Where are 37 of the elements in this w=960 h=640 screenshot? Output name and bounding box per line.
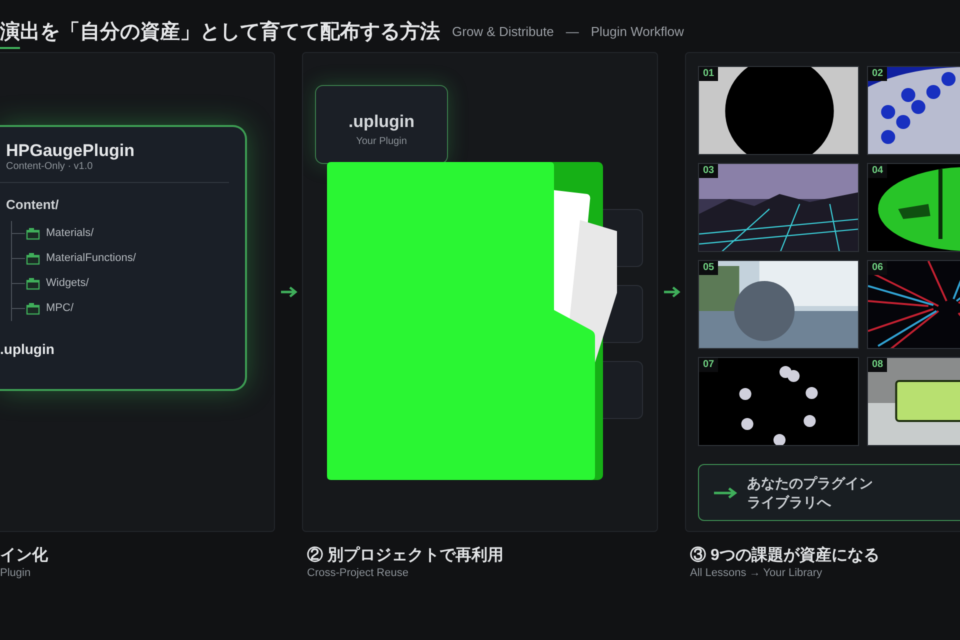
thumbnail-number: 04 xyxy=(868,164,888,178)
thumbnail-number: 05 xyxy=(699,261,718,275)
card-subtitle: Content-Only · v1.0 xyxy=(6,161,94,173)
thumbnail-number: 08 xyxy=(868,358,888,372)
thumbnail-number: 03 xyxy=(699,164,718,178)
card-title: .uplugin xyxy=(348,112,415,132)
separator: — xyxy=(566,22,579,40)
step-title: ② 別プロジェクトで再利用 xyxy=(306,546,504,566)
step-subtitle: All Lessons → Your Library xyxy=(689,566,824,580)
thumbnail-number: 02 xyxy=(868,67,888,81)
card-subtitle: Your Plugin xyxy=(356,135,407,149)
folder-label[interactable]: MPC/ xyxy=(46,300,74,316)
folder-label[interactable]: MaterialFunctions/ xyxy=(46,250,136,266)
thumbnail-number: 06 xyxy=(868,261,888,275)
thumbnail-number: 07 xyxy=(699,358,718,372)
file-label: .uplugin xyxy=(0,340,56,359)
step-subtitle: Plugin xyxy=(0,566,32,580)
page-title: 演出を「自分の資産」として育てて配布する方法 xyxy=(0,19,440,45)
folder-icon xyxy=(26,226,40,240)
folder-icon xyxy=(26,252,40,264)
arrow-icon xyxy=(713,486,737,498)
thumbnail-number: 01 xyxy=(699,67,718,81)
folder-label[interactable]: Content/ xyxy=(6,195,239,214)
step-title: ③ 9つの課題が資産になる xyxy=(689,546,880,566)
arrow-icon xyxy=(662,286,680,298)
step-subtitle: Cross-Project Reuse xyxy=(306,566,410,580)
arrow-icon xyxy=(280,286,298,298)
folder-label[interactable]: Materials/ xyxy=(46,224,94,242)
step-title: イン化 xyxy=(0,546,49,566)
title-underline xyxy=(0,47,20,49)
card-title: HPGaugePlugin xyxy=(6,141,136,161)
folder-icon xyxy=(26,302,40,314)
subtitle: Plugin Workflow xyxy=(590,22,684,41)
folder-icon xyxy=(26,276,40,290)
subtitle: Grow & Distribute xyxy=(452,22,554,40)
folder-label[interactable]: Widgets/ xyxy=(46,274,89,292)
library-button[interactable]: あなたのプラグイン ライブラリへ xyxy=(698,464,960,521)
